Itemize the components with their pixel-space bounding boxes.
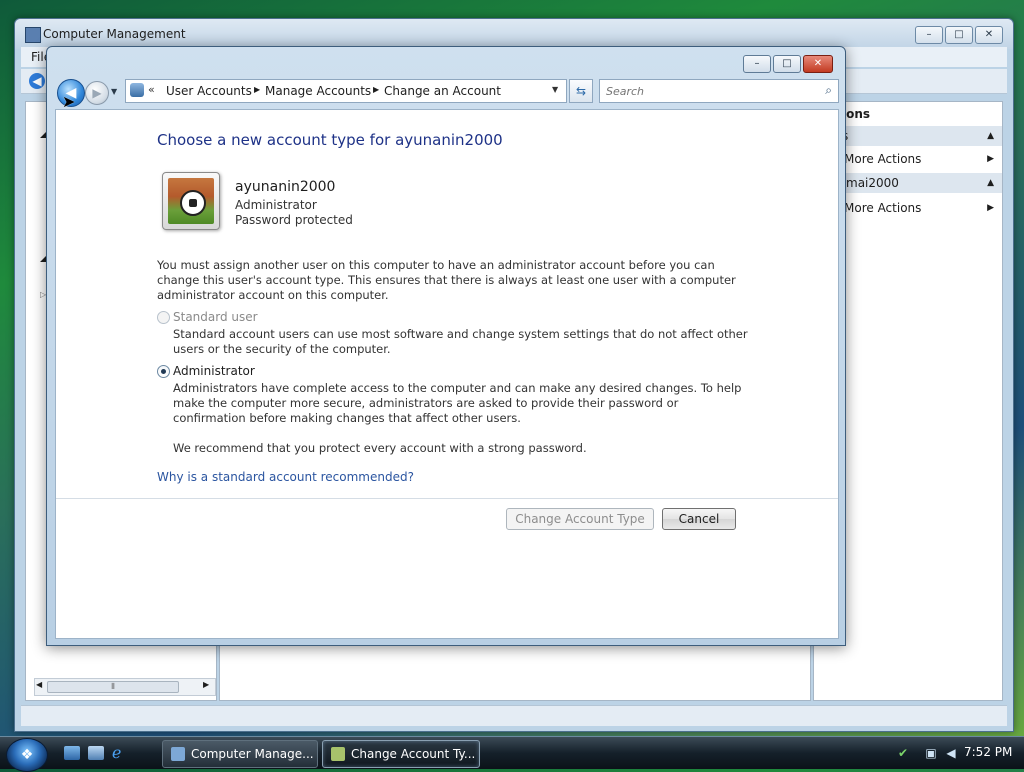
tree-horizontal-scrollbar[interactable]: ◀ ⦀ ▶ — [34, 678, 216, 696]
administrator-label[interactable]: Administrator — [173, 364, 255, 378]
volume-icon[interactable]: ◀ — [944, 746, 958, 760]
mouse-cursor-icon: ➤ — [62, 92, 76, 111]
breadcrumb-manage-accounts[interactable]: Manage Accounts — [265, 84, 371, 98]
close-button[interactable]: ✕ — [803, 55, 833, 73]
radio-selected-dot — [161, 369, 166, 374]
dialog-caption-buttons: – □ ✕ — [743, 55, 837, 73]
network-icon[interactable]: ▣ — [924, 746, 938, 760]
forward-arrow-icon: ▶ — [92, 86, 102, 100]
submenu-arrow-icon: ▶ — [987, 154, 994, 164]
soccer-ball-icon — [180, 190, 206, 216]
standard-user-label: Standard user — [173, 310, 258, 324]
submenu-arrow-icon: ▶ — [987, 203, 994, 213]
taskbar-item-label: Computer Manage... — [191, 747, 314, 761]
recent-pages-dropdown[interactable]: ▼ — [111, 87, 117, 96]
standard-user-radio[interactable] — [157, 311, 170, 324]
breadcrumb-change-an-account[interactable]: Change an Account — [384, 84, 501, 98]
avatar — [162, 172, 220, 230]
show-desktop-icon[interactable] — [64, 746, 80, 760]
breadcrumb-user-accounts[interactable]: User Accounts — [166, 84, 252, 98]
cm-titlebar[interactable]: Computer Management – □ ✕ — [15, 19, 1013, 49]
cancel-button[interactable]: Cancel — [662, 508, 736, 530]
control-panel-icon — [130, 83, 144, 97]
taskbar-item-computer-management[interactable]: Computer Manage... — [162, 740, 318, 768]
cm-statusbar — [21, 705, 1007, 726]
cm-close-button[interactable]: ✕ — [975, 26, 1003, 44]
address-bar[interactable]: « User Accounts ▶ Manage Accounts ▶ Chan… — [125, 79, 567, 103]
admin-requirement-notice: You must assign another user on this com… — [157, 258, 736, 302]
collapse-up-icon[interactable]: ▲ — [987, 173, 994, 193]
soccer-ball-picture — [168, 178, 214, 224]
taskbar-item-label: Change Account Ty... — [351, 747, 476, 761]
scroll-right-icon[interactable]: ▶ — [203, 680, 209, 689]
clock[interactable]: 7:52 PM — [964, 745, 1012, 759]
internet-explorer-icon[interactable]: ℯ — [112, 745, 128, 761]
taskbar-item-change-account-type[interactable]: Change Account Ty... — [322, 740, 480, 768]
computer-management-icon — [171, 747, 185, 761]
account-type: Administrator — [235, 198, 317, 212]
breadcrumb-separator-icon[interactable]: ▶ — [373, 85, 379, 94]
maximize-button[interactable]: □ — [773, 55, 801, 73]
taskbar: ❖ ℯ Computer Manage... Change Account Ty… — [0, 736, 1024, 772]
account-password-status: Password protected — [235, 213, 353, 227]
why-standard-account-link[interactable]: Why is a standard account recommended? — [157, 470, 414, 484]
scrollbar-thumb[interactable]: ⦀ — [47, 681, 179, 693]
scroll-left-icon[interactable]: ◀ — [36, 680, 42, 689]
computer-management-icon — [25, 27, 41, 43]
cm-minimize-button[interactable]: – — [915, 26, 943, 44]
search-input[interactable] — [604, 82, 813, 100]
security-center-icon[interactable]: ✔ — [896, 746, 910, 760]
refresh-icon: ⇆ — [575, 84, 587, 98]
address-dropdown-icon[interactable]: ▼ — [552, 85, 558, 94]
forward-button[interactable]: ▶ — [85, 81, 109, 105]
administrator-description: Administrators have complete access to t… — [173, 381, 742, 425]
user-accounts-icon — [331, 747, 345, 761]
search-icon[interactable]: ⌕ — [825, 83, 832, 98]
refresh-button[interactable]: ⇆ — [569, 79, 593, 103]
content-pane: Choose a new account type for ayunanin20… — [55, 109, 839, 639]
windows-logo-icon: ❖ — [20, 747, 34, 763]
password-recommendation: We recommend that you protect every acco… — [173, 441, 587, 455]
cm-maximize-button[interactable]: □ — [945, 26, 973, 44]
administrator-radio[interactable] — [157, 365, 170, 378]
account-name: ayunanin2000 — [235, 179, 336, 195]
notification-area: ✔ ▣ ◀ 7:52 PM — [884, 737, 1024, 769]
switch-windows-icon[interactable] — [88, 746, 104, 760]
collapse-up-icon[interactable]: ▲ — [987, 126, 994, 146]
change-account-type-button[interactable]: Change Account Type — [506, 508, 654, 530]
cm-window-title: Computer Management — [43, 27, 186, 41]
page-title: Choose a new account type for ayunanin20… — [157, 131, 503, 149]
standard-user-description: Standard account users can use most soft… — [173, 327, 748, 356]
breadcrumb-separator-icon[interactable]: ▶ — [254, 85, 260, 94]
change-account-window: – □ ✕ ◀ ▶ ▼ « User Accounts ▶ Manage Acc… — [46, 46, 846, 646]
cm-back-arrow-icon[interactable]: ◀ — [29, 73, 45, 89]
search-box[interactable]: ⌕ — [599, 79, 839, 103]
divider — [56, 498, 838, 499]
start-button[interactable]: ❖ — [6, 738, 48, 772]
breadcrumb-overflow-chevron[interactable]: « — [148, 83, 155, 96]
minimize-button[interactable]: – — [743, 55, 771, 73]
